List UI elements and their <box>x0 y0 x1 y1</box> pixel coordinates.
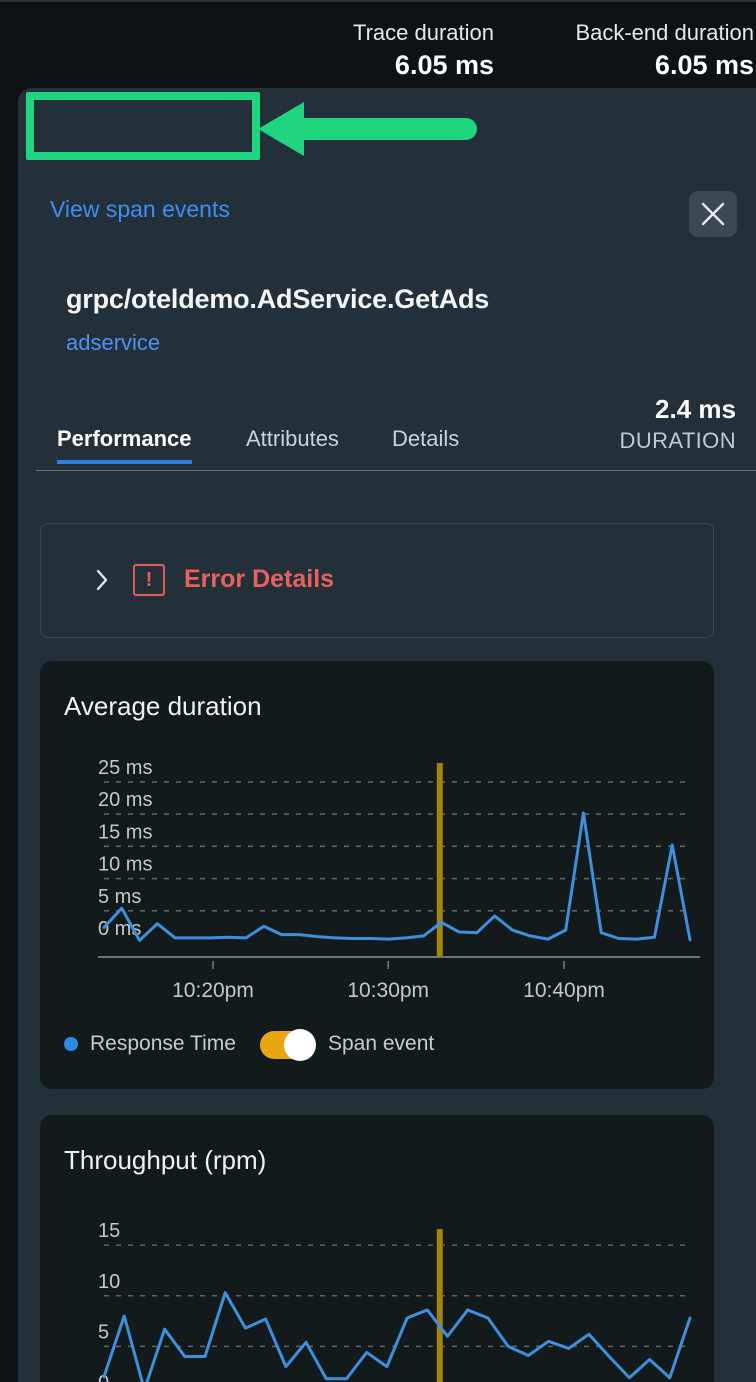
error-icon-bang: ! <box>145 569 153 591</box>
top-divider <box>0 0 756 2</box>
legend-span-event-label: Span event <box>328 1032 435 1055</box>
tab-attributes-label: Attributes <box>246 426 339 451</box>
svg-text:5 ms: 5 ms <box>98 886 141 908</box>
svg-text:15: 15 <box>98 1220 120 1242</box>
svg-text:10: 10 <box>98 1271 120 1293</box>
svg-text:10:30pm: 10:30pm <box>347 979 429 1002</box>
metric-backend-duration: Back-end duration 6.05 ms <box>575 18 756 82</box>
svg-text:25 ms: 25 ms <box>98 757 152 779</box>
legend-response-time-label: Response Time <box>90 1032 236 1055</box>
metric-trace-duration-label: Trace duration <box>352 20 494 45</box>
span-title: grpc/oteldemo.AdService.GetAds <box>66 284 490 314</box>
average-duration-card: Average duration 0 ms 5 ms 10 ms 15 ms 20 ms… <box>40 661 714 1089</box>
trace-summary-bar: Trace duration 6.05 ms Back-end duration… <box>0 8 756 86</box>
tab-performance-label: Performance <box>57 426 192 451</box>
error-details-accordion[interactable]: ! Error Details <box>40 523 714 638</box>
screen-root: Trace duration 6.05 ms Back-end duration… <box>0 0 756 1382</box>
close-panel-button[interactable] <box>689 191 737 237</box>
svg-text:15 ms: 15 ms <box>98 821 152 843</box>
tab-details[interactable]: Details <box>392 414 459 464</box>
average-duration-chart[interactable]: 0 ms5 ms10 ms15 ms20 ms25 ms10:20pm 10:30… <box>40 661 714 1089</box>
span-service-link[interactable]: adservice <box>66 328 160 358</box>
throughput-chart[interactable]: 05101510:20pm10:30pm10:40pm <box>40 1115 714 1382</box>
tab-active-underline <box>57 460 192 464</box>
tab-details-label: Details <box>392 426 460 451</box>
tab-performance[interactable]: Performance <box>57 414 192 464</box>
throughput-card: Throughput (rpm) 05101510:20pm10:30pm10:… <box>40 1115 714 1382</box>
toggle-knob <box>284 1029 316 1061</box>
svg-text:10 ms: 10 ms <box>98 854 152 876</box>
error-details-title: Error Details <box>184 565 335 593</box>
span-detail-panel: View span events grpc/oteldemo.AdService… <box>18 88 756 1382</box>
performance-tab-content: ! Error Details Average duration 0 ms 5 m… <box>18 471 756 1382</box>
legend-response-time-dot <box>64 1037 78 1051</box>
metric-trace-duration-value: 6.05 ms <box>394 50 494 80</box>
panel-tabs: Performance Attributes Details <box>18 414 756 472</box>
svg-text:20 ms: 20 ms <box>98 789 152 811</box>
span-event-toggle[interactable] <box>260 1029 316 1061</box>
chevron-right-icon <box>95 568 109 592</box>
svg-text:10:20pm: 10:20pm <box>172 979 254 1002</box>
tab-attributes[interactable]: Attributes <box>246 414 339 464</box>
metric-backend-duration-label: Back-end duration <box>575 20 754 45</box>
svg-text:10:40pm: 10:40pm <box>523 979 605 1002</box>
metric-trace-duration: Trace duration 6.05 ms <box>353 18 494 82</box>
svg-text:5: 5 <box>98 1321 109 1343</box>
metric-backend-duration-value: 6.05 ms <box>654 50 754 80</box>
view-span-events-link[interactable]: View span events <box>50 194 230 224</box>
error-exclamation-icon: ! <box>133 564 165 596</box>
